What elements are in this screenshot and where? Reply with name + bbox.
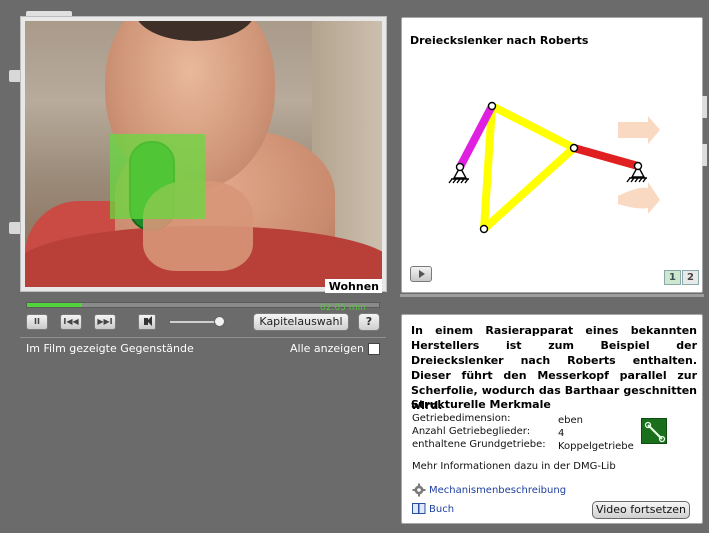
motion-arrow-right (618, 116, 660, 144)
feature-value: Koppelgetriebe (558, 441, 634, 452)
mechanism-title: Dreieckslenker nach Roberts (410, 34, 589, 47)
panel-edge-tab[interactable] (702, 96, 707, 118)
features-heading: Strukturelle Merkmale (411, 398, 551, 411)
mechanism-description-link[interactable]: Mechanismenbeschreibung (429, 485, 566, 496)
rewind-icon: I◀◀ (63, 317, 79, 326)
page-button-1[interactable]: 1 (664, 270, 681, 285)
panel-edge-tab[interactable] (702, 144, 707, 166)
more-info-text: Mehr Informationen dazu in der DMG-Lib (412, 461, 616, 472)
progress-fill (27, 303, 82, 307)
rocker-link (570, 144, 642, 170)
info-panel: In einem Rasierapparat eines bekannten H… (401, 314, 703, 524)
coupler-triangle (480, 102, 578, 233)
help-icon: ? (365, 315, 373, 328)
page-button-2[interactable]: 2 (682, 270, 699, 285)
video-player: Wohnen (20, 16, 387, 293)
divider (20, 337, 386, 338)
object-highlight[interactable] (110, 134, 205, 219)
show-all-checkbox[interactable] (368, 343, 380, 355)
show-all-label: Alle anzeigen (290, 342, 364, 355)
panel-separator (400, 294, 704, 297)
feature-label: Anzahl Getriebeglieder: (412, 426, 531, 437)
pause-icon: II (34, 317, 40, 326)
feature-value: eben (558, 415, 583, 426)
help-button[interactable]: ? (358, 313, 380, 331)
book-icon (412, 503, 426, 514)
feature-label: Getriebedimension: (412, 413, 511, 424)
play-icon[interactable] (410, 266, 432, 282)
chapter-caption: Wohnen (324, 279, 382, 293)
linkage-icon[interactable] (641, 418, 667, 444)
chapter-select-button[interactable]: Kapitelauswahl (253, 313, 349, 331)
mechanism-animation[interactable] (402, 18, 704, 294)
speaker-icon[interactable] (138, 314, 156, 330)
motion-arrow-left (618, 182, 660, 214)
volume-slider-handle[interactable] (214, 316, 225, 327)
gear-icon (412, 483, 426, 497)
feature-value: 4 (558, 428, 565, 439)
joint (455, 162, 465, 172)
video-area[interactable] (25, 21, 382, 287)
skip-forward-button[interactable]: ▶▶I (94, 314, 116, 330)
joint (487, 101, 497, 111)
joint (479, 224, 489, 234)
time-label: 02:05 min (320, 303, 366, 313)
rewind-button[interactable]: I◀◀ (60, 314, 82, 330)
mechanism-panel: Dreieckslenker nach Roberts 1 2 (401, 17, 703, 293)
joint (633, 161, 643, 171)
feature-label: enthaltene Grundgetriebe: (412, 439, 546, 450)
skip-forward-icon: ▶▶I (97, 317, 113, 326)
pause-button[interactable]: II (26, 314, 48, 330)
joint (569, 143, 579, 153)
continue-video-button[interactable]: Video fortsetzen (592, 501, 690, 519)
book-link[interactable]: Buch (429, 504, 454, 515)
objects-label: Im Film gezeigte Gegenstände (26, 342, 194, 355)
